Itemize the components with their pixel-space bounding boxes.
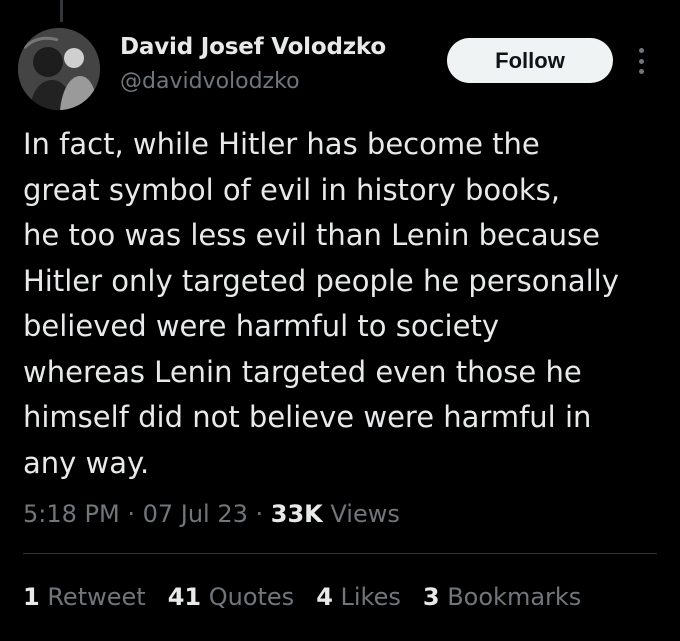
retweets-label: Retweet bbox=[39, 583, 146, 611]
tweet-date[interactable]: 07 Jul 23 bbox=[143, 500, 248, 528]
author-handle[interactable]: @davidvolodzko bbox=[120, 69, 300, 94]
tweet-line: whereas Lenin targeted even those he bbox=[23, 354, 582, 389]
author-name[interactable]: David Josef Volodzko bbox=[120, 34, 386, 60]
bookmarks-stat[interactable]: 3 Bookmarks bbox=[423, 583, 581, 611]
views-count: 33K bbox=[270, 500, 323, 528]
tweet-meta: 5:18 PM · 07 Jul 23 · 33K Views bbox=[23, 500, 400, 528]
engagement-stats: 1 Retweet 41 Quotes 4 Likes 3 Bookmarks bbox=[23, 583, 581, 611]
avatar-photo bbox=[18, 28, 100, 110]
divider bbox=[23, 553, 657, 554]
more-dot bbox=[638, 48, 644, 53]
retweets-stat[interactable]: 1 Retweet bbox=[23, 583, 146, 611]
quotes-label: Quotes bbox=[201, 583, 295, 611]
bookmarks-label: Bookmarks bbox=[439, 583, 582, 611]
bookmarks-count: 3 bbox=[422, 583, 440, 611]
views-label: Views bbox=[322, 500, 400, 528]
retweets-count: 1 bbox=[23, 583, 40, 611]
avatar[interactable] bbox=[18, 28, 100, 110]
likes-label: Likes bbox=[332, 583, 401, 611]
tweet-line: he too was less evil than Lenin because bbox=[23, 218, 600, 252]
meta-separator: · bbox=[247, 500, 271, 528]
tweet-time[interactable]: 5:18 PM bbox=[23, 500, 120, 528]
tweet-line: any way. bbox=[23, 445, 150, 480]
tweet-line: In fact, while Hitler has become the bbox=[23, 127, 540, 161]
more-dot bbox=[638, 69, 644, 74]
quotes-count: 41 bbox=[167, 583, 202, 611]
thread-connector-line bbox=[60, 0, 63, 22]
tweet-text: In fact, while Hitler has become the gre… bbox=[23, 122, 671, 486]
tweet-line: great symbol of evil in history books, bbox=[23, 172, 560, 207]
tweet-line: believed were harmful to society bbox=[23, 309, 499, 343]
more-dot bbox=[638, 58, 644, 64]
meta-separator: · bbox=[119, 500, 143, 528]
follow-button[interactable]: Follow bbox=[447, 38, 613, 83]
quotes-stat[interactable]: 41 Quotes bbox=[168, 583, 295, 611]
more-vertical-icon[interactable] bbox=[630, 44, 652, 78]
tweet-line: himself did not believe were harmful in bbox=[23, 400, 592, 434]
tweet-line: Hitler only targeted people he personall… bbox=[23, 263, 619, 298]
likes-stat[interactable]: 4 Likes bbox=[316, 583, 401, 611]
likes-count: 4 bbox=[316, 583, 333, 611]
